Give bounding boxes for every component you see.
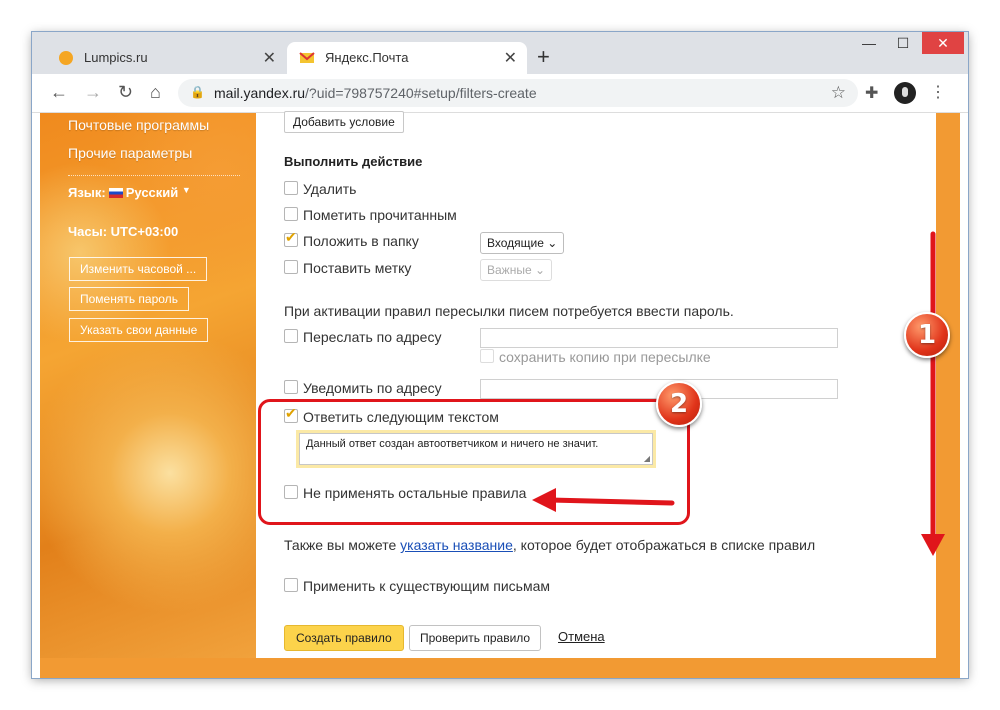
language-value: Русский [125, 185, 179, 200]
close-tab-icon[interactable]: ✕ [263, 48, 276, 68]
bottom-decor-bar [40, 658, 960, 678]
dropdown-caret-icon: ▼ [181, 185, 191, 195]
chevron-down-icon: ⌄ [534, 263, 546, 277]
set-name-link[interactable]: указать название [400, 537, 513, 553]
forward-address-input[interactable] [480, 328, 838, 348]
action-delete-row[interactable]: Удалить [284, 181, 356, 197]
cancel-link[interactable]: Отмена [558, 629, 605, 644]
notify-row[interactable]: Уведомить по адресу [284, 380, 442, 396]
check-rule-button[interactable]: Проверить правило [409, 625, 542, 651]
browser-window: Lumpics.ru ✕ Яндекс.Почта ✕ + — ☐ ✕ ← → … [32, 32, 968, 678]
url-text: mail.yandex.ru/?uid=798757240#setup/filt… [214, 85, 537, 101]
maximize-button[interactable]: ☐ [888, 32, 918, 54]
step-badge-2: 2 [656, 381, 702, 427]
add-condition-button[interactable]: Добавить условие [284, 111, 404, 133]
address-bar[interactable]: 🔒 mail.yandex.ru/?uid=798757240#setup/fi… [178, 79, 858, 107]
rule-name-hint: Также вы можете указать название, которо… [284, 537, 816, 553]
chevron-down-icon: ⌄ [547, 236, 558, 250]
set-label-label: Поставить метку [303, 260, 412, 276]
move-to-folder-checkbox[interactable] [284, 229, 298, 247]
tab-title: Lumpics.ru [84, 50, 148, 65]
action-set-label-row[interactable]: Поставить метку [284, 260, 411, 276]
close-tab-icon[interactable]: ✕ [504, 48, 517, 68]
tab-lumpics[interactable]: Lumpics.ru ✕ [46, 42, 286, 74]
extensions-icon[interactable]: ✚ [865, 83, 878, 103]
language-label: Язык: [68, 185, 106, 200]
lock-icon: 🔒 [190, 85, 205, 99]
lumpics-favicon-icon [59, 51, 73, 65]
edit-personal-data-button[interactable]: Указать свои данные [69, 318, 209, 342]
bookmark-star-icon[interactable]: ☆ [831, 83, 846, 103]
forward-checkbox[interactable] [284, 329, 298, 343]
mail-favicon-icon [299, 52, 315, 63]
action-mark-read-row[interactable]: Пометить прочитанным [284, 207, 457, 223]
browser-menu-icon[interactable]: ⋮ [930, 82, 946, 102]
new-tab-button[interactable]: + [537, 44, 550, 70]
sidebar-divider [68, 175, 240, 176]
keep-copy-checkbox[interactable] [480, 349, 494, 363]
apply-existing-checkbox[interactable] [284, 578, 298, 592]
delete-label: Удалить [303, 181, 357, 197]
reload-icon[interactable]: ↻ [118, 82, 133, 103]
forward-row[interactable]: Переслать по адресу [284, 329, 441, 345]
browser-toolbar: ← → ↻ ⌂ 🔒 mail.yandex.ru/?uid=798757240#… [32, 74, 968, 113]
notify-checkbox[interactable] [284, 380, 298, 394]
filter-form: Добавить условие Выполнить действие Удал… [256, 111, 928, 658]
sidebar-link-mail-programs[interactable]: Почтовые программы [68, 117, 209, 133]
home-icon[interactable]: ⌂ [150, 82, 161, 103]
tab-title: Яндекс.Почта [325, 50, 409, 65]
back-icon[interactable]: ← [50, 82, 68, 103]
minimize-button[interactable]: — [854, 32, 884, 54]
action-section-title: Выполнить действие [284, 154, 423, 169]
tab-yandex-mail[interactable]: Яндекс.Почта ✕ [287, 42, 527, 74]
forward-icon[interactable]: → [84, 82, 102, 103]
page-content: Почтовые программы Прочие параметры Язык… [32, 111, 968, 678]
step-badge-1: 1 [904, 312, 950, 358]
folder-select[interactable]: Входящие ⌄ [480, 232, 565, 254]
russia-flag-icon [108, 188, 123, 198]
settings-sidebar: Почтовые программы Прочие параметры Язык… [40, 113, 256, 658]
apply-existing-row[interactable]: Применить к существующим письмам [284, 578, 550, 594]
delete-checkbox[interactable] [284, 181, 298, 195]
forward-label: Переслать по адресу [303, 329, 442, 345]
apply-existing-label: Применить к существующим письмам [303, 578, 551, 594]
tab-strip: Lumpics.ru ✕ Яндекс.Почта ✕ + — ☐ ✕ [32, 32, 968, 74]
right-decor-bar [936, 113, 960, 658]
language-setting[interactable]: Язык: Русский ▼ [68, 185, 191, 200]
label-select[interactable]: Важные ⌄ [480, 259, 553, 281]
notify-label: Уведомить по адресу [303, 380, 442, 396]
create-rule-button[interactable]: Создать правило [284, 625, 404, 651]
profile-avatar[interactable] [894, 82, 916, 104]
action-move-row[interactable]: Положить в папку [284, 229, 419, 249]
highlight-box [258, 399, 690, 525]
mark-read-label: Пометить прочитанным [303, 207, 457, 223]
change-timezone-button[interactable]: Изменить часовой ... [69, 257, 208, 281]
change-password-button[interactable]: Поменять пароль [69, 287, 189, 311]
keep-copy-row[interactable]: сохранить копию при пересылке [480, 349, 711, 365]
forward-password-note: При активации правил пересылки писем пот… [284, 303, 734, 319]
set-label-checkbox[interactable] [284, 260, 298, 274]
move-to-folder-label: Положить в папку [303, 233, 419, 249]
mark-read-checkbox[interactable] [284, 207, 298, 221]
timezone-label: Часы: UTC+03:00 [68, 224, 179, 239]
sidebar-link-other-settings[interactable]: Прочие параметры [68, 145, 192, 161]
close-window-button[interactable]: ✕ [922, 32, 964, 54]
keep-copy-label: сохранить копию при пересылке [499, 349, 711, 365]
